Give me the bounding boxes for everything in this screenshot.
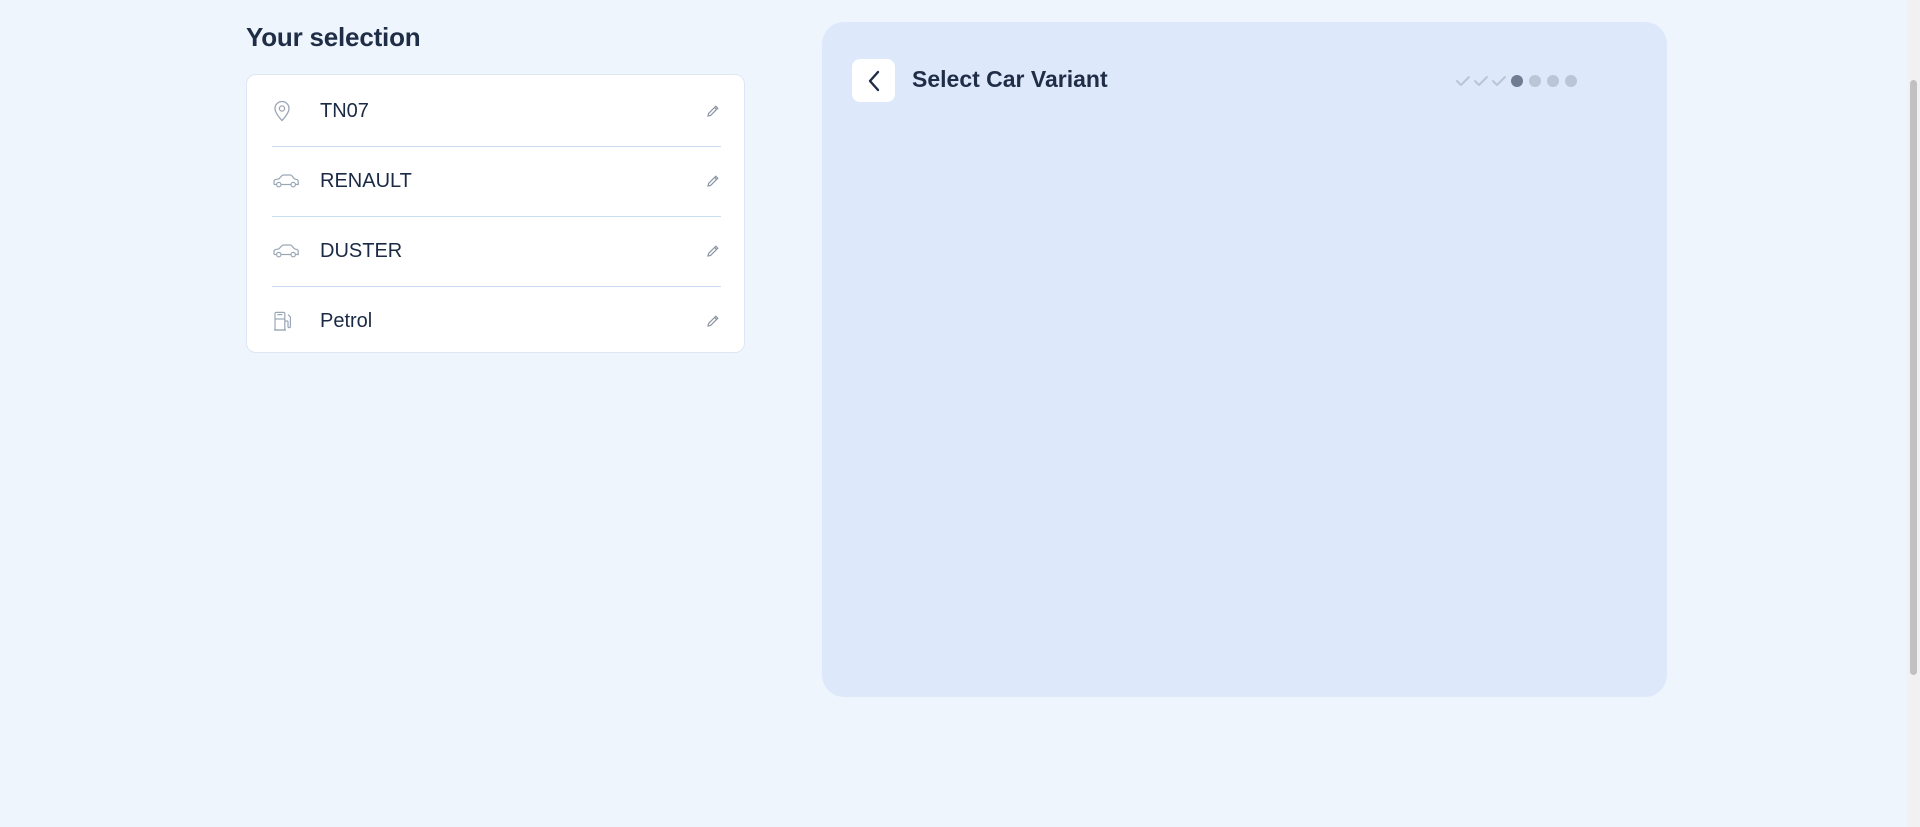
page: Your selection TN07 RENAULT DUSTER Petro… — [0, 0, 1920, 827]
car-icon — [272, 169, 300, 193]
fuel-pump-icon — [272, 309, 300, 333]
selection-item-label: TN07 — [320, 99, 369, 122]
step-completed-check-icon — [1472, 72, 1490, 90]
location-pin-icon — [272, 99, 300, 123]
selection-item-rto[interactable]: TN07 — [272, 76, 721, 147]
scrollbar-thumb[interactable] — [1910, 80, 1917, 675]
selection-item-label: RENAULT — [320, 169, 412, 192]
step-completed-check-icon — [1454, 72, 1472, 90]
pencil-icon[interactable] — [705, 243, 721, 259]
selection-item-fuel[interactable]: Petrol — [272, 286, 721, 356]
car-icon — [272, 239, 300, 263]
step-pending-dot — [1526, 72, 1544, 90]
selection-item-label: Petrol — [320, 309, 373, 332]
step-pending-dot — [1562, 72, 1580, 90]
step-pending-dot — [1544, 72, 1562, 90]
selection-item-make[interactable]: RENAULT — [272, 146, 721, 217]
pencil-icon[interactable] — [705, 313, 721, 329]
pencil-icon[interactable] — [705, 103, 721, 119]
variant-panel: Select Car Variant — [822, 22, 1667, 697]
chevron-left-icon — [866, 69, 882, 93]
selection-card: TN07 RENAULT DUSTER Petrol — [246, 74, 745, 353]
back-button[interactable] — [852, 59, 895, 102]
step-progress-indicator — [1454, 71, 1580, 91]
vertical-scrollbar[interactable] — [1907, 0, 1920, 827]
selection-item-label: DUSTER — [320, 239, 403, 262]
step-current-dot — [1508, 72, 1526, 90]
step-completed-check-icon — [1490, 72, 1508, 90]
selection-heading: Your selection — [246, 22, 421, 52]
pencil-icon[interactable] — [705, 173, 721, 189]
page-title: Select Car Variant — [912, 66, 1108, 92]
selection-item-model[interactable]: DUSTER — [272, 216, 721, 287]
